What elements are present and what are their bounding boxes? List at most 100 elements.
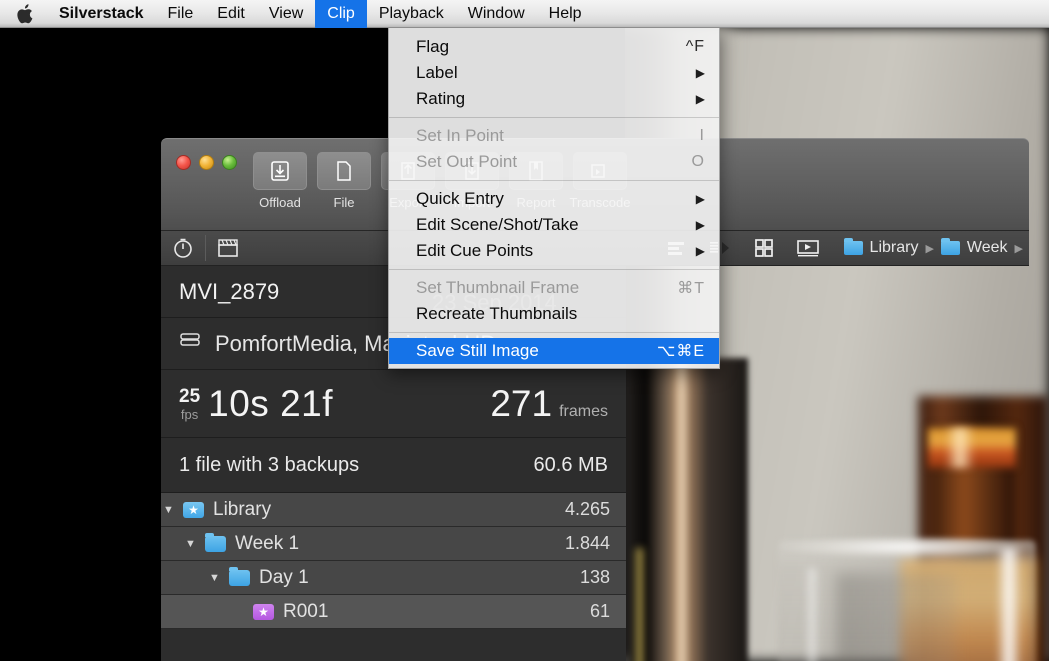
menu-item-set-out-point: Set Out Point O xyxy=(389,149,719,175)
menu-item-label: Flag xyxy=(416,37,450,56)
menu-item-label: Save Still Image xyxy=(416,341,539,360)
tree-count-library: 4.265 xyxy=(564,499,610,519)
close-button[interactable] xyxy=(176,155,191,170)
fps-value: 25 xyxy=(179,385,201,407)
reel-star-icon: ★ xyxy=(253,603,274,620)
frames-value: 271 xyxy=(490,382,553,424)
tree-row-r001[interactable]: ★ R001 61 xyxy=(161,595,626,629)
breadcrumb-item-week[interactable]: Week xyxy=(940,238,1008,257)
submenu-arrow-icon: ▶ xyxy=(695,218,705,232)
grid-view-icon[interactable] xyxy=(742,230,786,266)
menu-item-shortcut: ^F xyxy=(685,38,705,55)
offload-icon xyxy=(253,152,307,190)
clip-dropdown-menu: Flag ^F Label ▶ Rating ▶ Set In Point I … xyxy=(388,28,720,369)
menu-item-label: Rating xyxy=(416,89,466,108)
folder-icon xyxy=(940,238,960,255)
clip-duration: 10s 21f xyxy=(208,382,334,424)
clapperboard-icon[interactable] xyxy=(206,230,250,266)
disclosure-triangle-icon[interactable]: ▼ xyxy=(207,572,222,584)
tree-count-r001: 61 xyxy=(589,601,610,621)
breadcrumb-label-week: Week xyxy=(966,239,1008,256)
clip-files-row: 1 file with 3 backups 60.6 MB xyxy=(161,438,626,493)
menu-item-label: Edit Scene/Shot/Take xyxy=(416,215,579,234)
chevron-right-icon: ▶ xyxy=(925,242,934,255)
tree-label-day1: Day 1 xyxy=(259,566,309,588)
tree-row-week1[interactable]: ▼ Week 1 1.844 xyxy=(161,527,626,561)
menu-item-label: Set Thumbnail Frame xyxy=(416,278,580,297)
files-text: 1 file with 3 backups xyxy=(179,453,360,476)
tree-count-day1: 138 xyxy=(579,567,610,587)
submenu-arrow-icon: ▶ xyxy=(695,244,705,258)
menu-item-label: Quick Entry xyxy=(416,189,504,208)
menu-separator xyxy=(389,180,719,181)
menu-item-recreate-thumbnails[interactable]: Recreate Thumbnails xyxy=(389,301,719,327)
fps-label: fps xyxy=(180,406,199,422)
menu-item-save-still-image[interactable]: Save Still Image ⌥⌘E xyxy=(389,338,719,364)
menu-separator xyxy=(389,269,719,270)
apple-icon[interactable] xyxy=(0,0,47,28)
menu-separator xyxy=(389,332,719,333)
toolbar-label-file: File xyxy=(333,195,355,210)
menu-item-shortcut: O xyxy=(691,153,705,170)
submenu-arrow-icon: ▶ xyxy=(695,192,705,206)
menu-playback[interactable]: Playback xyxy=(367,0,456,28)
menu-item-rating[interactable]: Rating ▶ xyxy=(389,86,719,112)
menu-separator xyxy=(389,117,719,118)
menu-bar: Silverstack File Edit View Clip Playback… xyxy=(0,0,1049,28)
menu-silverstack[interactable]: Silverstack xyxy=(47,0,156,28)
menu-item-edit-cue-points[interactable]: Edit Cue Points ▶ xyxy=(389,238,719,264)
menu-view[interactable]: View xyxy=(257,0,315,28)
player-view-icon[interactable] xyxy=(786,230,830,266)
screen: Offload File Export xyxy=(0,0,1049,661)
breadcrumb-label-library: Library xyxy=(869,239,919,256)
window-controls xyxy=(176,155,237,170)
tree-count-week1: 1.844 xyxy=(564,533,610,553)
frames-label: frames xyxy=(559,402,608,420)
submenu-arrow-icon: ▶ xyxy=(695,66,705,80)
zoom-button[interactable] xyxy=(222,155,237,170)
tree-label-library: Library xyxy=(213,498,272,520)
folder-icon xyxy=(843,238,863,255)
toolbar-button-file[interactable]: File xyxy=(317,152,371,210)
clip-duration-row: 25 fps 10s 21f 271 frames xyxy=(161,370,626,438)
menu-item-label[interactable]: Label ▶ xyxy=(389,60,719,86)
menu-item-label: Recreate Thumbnails xyxy=(416,304,578,323)
folder-icon xyxy=(205,532,226,552)
tree-label-week1: Week 1 xyxy=(235,532,300,554)
file-icon xyxy=(317,152,371,190)
tree-row-library[interactable]: ▼ ★ Library 4.265 xyxy=(161,493,626,527)
menu-window[interactable]: Window xyxy=(456,0,537,28)
library-star-icon: ★ xyxy=(183,501,204,518)
drive-icon xyxy=(179,331,201,357)
breadcrumb-item-library[interactable]: Library xyxy=(843,238,919,257)
folder-icon xyxy=(229,566,250,586)
submenu-arrow-icon: ▶ xyxy=(695,92,705,106)
menu-item-shortcut: ⌘T xyxy=(677,280,705,297)
chevron-right-icon: ▶ xyxy=(1014,242,1023,255)
menu-item-label: Set Out Point xyxy=(416,152,518,171)
toolbar-label-offload: Offload xyxy=(259,195,301,210)
files-size: 60.6 MB xyxy=(533,453,608,476)
menu-item-quick-entry[interactable]: Quick Entry ▶ xyxy=(389,186,719,212)
disclosure-triangle-icon[interactable]: ▼ xyxy=(161,504,176,516)
tree-row-day1[interactable]: ▼ Day 1 138 xyxy=(161,561,626,595)
disclosure-triangle-icon[interactable]: ▼ xyxy=(183,538,198,550)
menu-item-shortcut: I xyxy=(699,127,705,144)
menu-help[interactable]: Help xyxy=(537,0,594,28)
menu-item-label: Set In Point xyxy=(416,126,504,145)
fps-block: 25 fps xyxy=(179,387,200,421)
minimize-button[interactable] xyxy=(199,155,214,170)
toolbar-button-offload[interactable]: Offload xyxy=(253,152,307,210)
tree-label-r001: R001 xyxy=(283,600,329,622)
menu-item-shortcut: ⌥⌘E xyxy=(656,343,705,360)
menu-item-edit-scene-shot-take[interactable]: Edit Scene/Shot/Take ▶ xyxy=(389,212,719,238)
menu-file[interactable]: File xyxy=(156,0,206,28)
menu-item-set-thumbnail-frame: Set Thumbnail Frame ⌘T xyxy=(389,275,719,301)
menu-clip[interactable]: Clip xyxy=(315,0,367,28)
menu-edit[interactable]: Edit xyxy=(205,0,257,28)
frames-block: 271 frames xyxy=(490,383,608,425)
breadcrumb: Library ▶ Week ▶ xyxy=(830,238,1029,257)
subbar-left-group xyxy=(161,230,250,266)
menu-item-flag[interactable]: Flag ^F xyxy=(389,34,719,60)
stopwatch-icon[interactable] xyxy=(161,230,205,266)
